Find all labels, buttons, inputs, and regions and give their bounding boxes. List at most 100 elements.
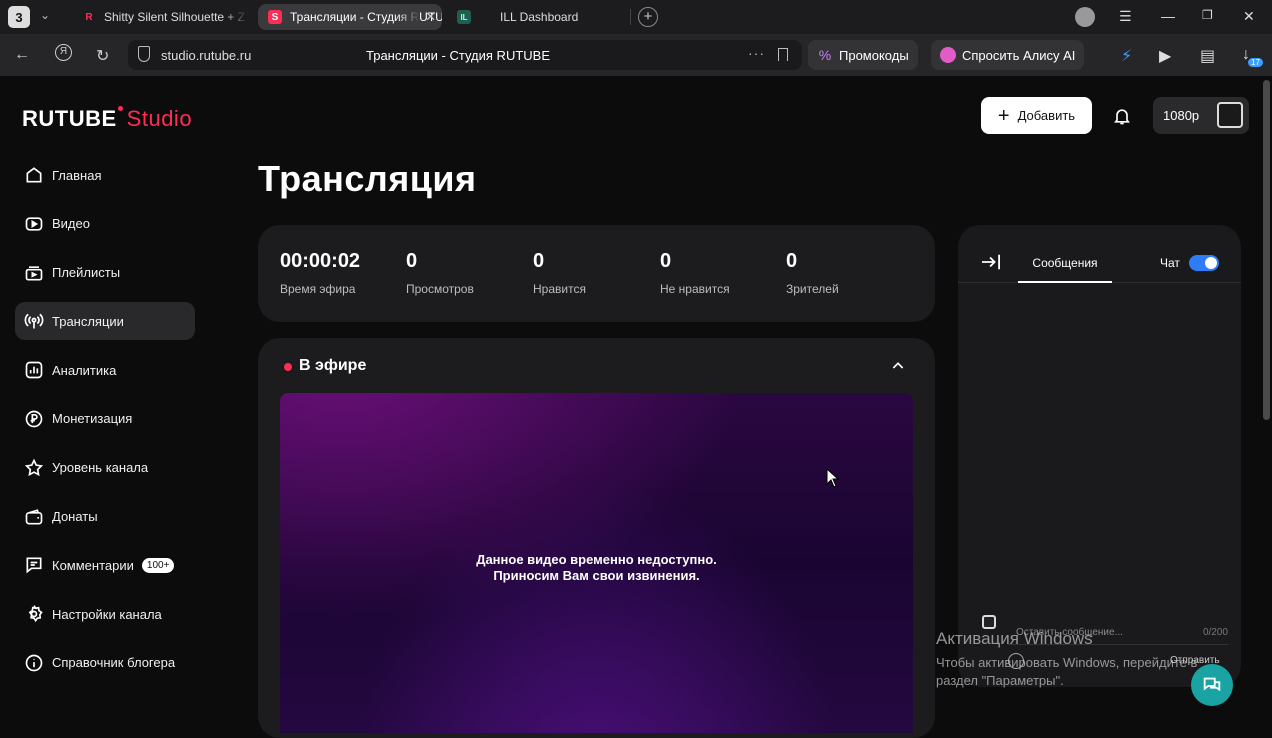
sidebar-item-home[interactable]: Главная [15, 156, 195, 194]
logo-studio: Studio [126, 106, 193, 131]
video-icon [25, 217, 43, 231]
add-button[interactable]: + Добавить [981, 97, 1092, 134]
stat-views: 0 Просмотров [406, 250, 474, 296]
sidebar-item-analytics[interactable]: Аналитика [15, 351, 195, 389]
sidebar-item-channel-level[interactable]: Уровень канала [15, 449, 195, 487]
browser-tab-active[interactable]: S Трансляции - Студия RUTUBE ✕ [258, 4, 442, 30]
browser-tab[interactable]: R Shitty Silent Silhouette + Z [72, 4, 248, 30]
url-field[interactable]: studio.rutube.ru Трансляции - Студия RUT… [128, 40, 802, 70]
tab-counter[interactable]: 3 [8, 6, 30, 28]
sidebar-item-donations[interactable]: Донаты [15, 498, 195, 536]
chat-panel: Сообщения Чат 0/200 Отправить [958, 225, 1241, 687]
browser-tab[interactable]: IL ILL Dashboard [447, 4, 627, 30]
rutube-favicon-icon: R [85, 11, 93, 23]
extensions-icon[interactable]: ▤ [1200, 46, 1215, 66]
stat-value: 0 [406, 250, 418, 272]
stat-likes: 0 Нравится [533, 250, 586, 296]
sidebar-item-broadcasts[interactable]: Трансляции [15, 302, 195, 341]
sidebar-item-label: Настройки канала [52, 606, 162, 622]
sidebar-item-label: Аналитика [52, 362, 117, 378]
menu-icon[interactable]: ☰ [1119, 8, 1132, 25]
sidebar-item-monetization[interactable]: Монетизация [15, 400, 195, 438]
stat-value: 00:00:02 [280, 250, 361, 272]
scrollbar-thumb[interactable] [1263, 80, 1270, 420]
quality-chip[interactable]: 1080p [1153, 97, 1249, 134]
chat-bubble-icon [1203, 677, 1221, 692]
stat-label: Нравится [533, 282, 586, 296]
sidebar-item-comments[interactable]: Комментарии 100+ [15, 546, 195, 584]
url-text: studio.rutube.ru [161, 48, 252, 63]
alice-label: Спросить Алису AI [962, 47, 1076, 63]
mouse-cursor [826, 467, 840, 493]
stats-card: 00:00:02 Время эфира 0 Просмотров 0 Нрав… [258, 225, 935, 322]
stat-value: 0 [533, 250, 545, 272]
player-message-line2: Приносим Вам свои извинения. [493, 568, 700, 583]
sidebar-item-channel-settings[interactable]: Настройки канала [15, 595, 195, 633]
address-bar: ← Я ↻ studio.rutube.ru Трансляции - Студ… [0, 34, 1272, 76]
bookmark-icon[interactable] [778, 48, 788, 61]
sidebar-item-label: Монетизация [52, 411, 133, 427]
chat-toggle-label: Чат [1160, 256, 1180, 270]
stat-value: 0 [660, 250, 672, 272]
chat-input[interactable] [1008, 617, 1178, 638]
analytics-icon [25, 361, 43, 379]
yandex-icon[interactable]: Я [55, 44, 72, 61]
stat-viewers: 0 Зрителей [786, 250, 839, 296]
alice-button[interactable]: Спросить Алису AI [931, 40, 1085, 70]
tab-messages[interactable]: Сообщения [1018, 255, 1112, 283]
playlist-icon [25, 265, 43, 281]
lightning-icon[interactable]: ⚡ [1121, 46, 1132, 66]
chat-toggle[interactable] [1189, 255, 1219, 271]
url-page-title: Трансляции - Студия RUTUBE [366, 48, 550, 63]
promo-button[interactable]: % Промокоды [808, 40, 918, 70]
home-icon [26, 167, 42, 183]
comment-icon [26, 557, 42, 574]
sidebar-item-label: Донаты [52, 509, 98, 525]
help-chat-button[interactable] [1191, 664, 1233, 706]
chat-message-field[interactable]: 0/200 [1008, 617, 1228, 645]
page-scrollbar[interactable] [1261, 76, 1272, 720]
stat-label: Просмотров [406, 282, 474, 296]
back-icon[interactable]: ← [14, 46, 30, 64]
video-player[interactable]: Данное видео временно недоступно. Принос… [280, 393, 913, 733]
add-button-label: Добавить [1017, 108, 1076, 123]
stat-label: Не нравится [660, 282, 730, 296]
plus-icon: + [997, 104, 1010, 127]
info-icon [25, 654, 43, 672]
minimize-icon[interactable]: — [1161, 8, 1175, 24]
sidebar-item-playlists[interactable]: Плейлисты [15, 254, 195, 292]
profile-avatar[interactable] [1075, 7, 1095, 27]
studio-favicon-icon: S [268, 10, 282, 24]
new-tab-icon[interactable]: + [638, 7, 658, 27]
emoji-icon[interactable] [1008, 653, 1024, 669]
bell-icon[interactable] [1112, 106, 1132, 131]
live-title: В эфире [299, 357, 367, 374]
chevron-down-icon[interactable]: ⌄ [40, 8, 50, 22]
stat-value: 0 [786, 250, 798, 272]
sidebar-item-blogger-guide[interactable]: Справочник блогера [15, 644, 195, 682]
sidebar-item-label: Справочник блогера [52, 655, 176, 671]
alice-icon [940, 47, 956, 63]
close-window-icon[interactable]: ✕ [1243, 8, 1255, 25]
avatar[interactable] [1217, 102, 1243, 128]
reload-icon[interactable]: ↻ [96, 46, 109, 66]
broadcast-icon [24, 314, 44, 329]
stat-dislikes: 0 Не нравится [660, 250, 730, 296]
sidebar-item-label: Комментарии [52, 557, 134, 573]
avatar [982, 615, 996, 629]
sidebar-item-label: Трансляции [52, 313, 124, 329]
restore-icon[interactable]: ❐ [1202, 8, 1213, 22]
browser-tab-label: ILL Dashboard [500, 10, 579, 24]
close-icon[interactable]: ✕ [425, 9, 436, 25]
collapse-panel-icon[interactable] [980, 253, 1002, 276]
quality-label: 1080p [1163, 108, 1200, 123]
more-icon[interactable]: ··· [748, 45, 765, 61]
logo-main: RUTUBE [22, 106, 117, 131]
rutube-studio-logo[interactable]: RUTUBE Studio [22, 106, 192, 132]
sidebar-item-video[interactable]: Видео [15, 205, 195, 243]
stat-label: Время эфира [280, 282, 356, 296]
media-icon[interactable]: ▶ [1159, 46, 1171, 66]
chevron-up-icon[interactable] [890, 358, 906, 379]
wallet-icon [25, 508, 43, 525]
sidebar: Главная Видео Плейлисты Трансляции Анали… [15, 156, 195, 693]
